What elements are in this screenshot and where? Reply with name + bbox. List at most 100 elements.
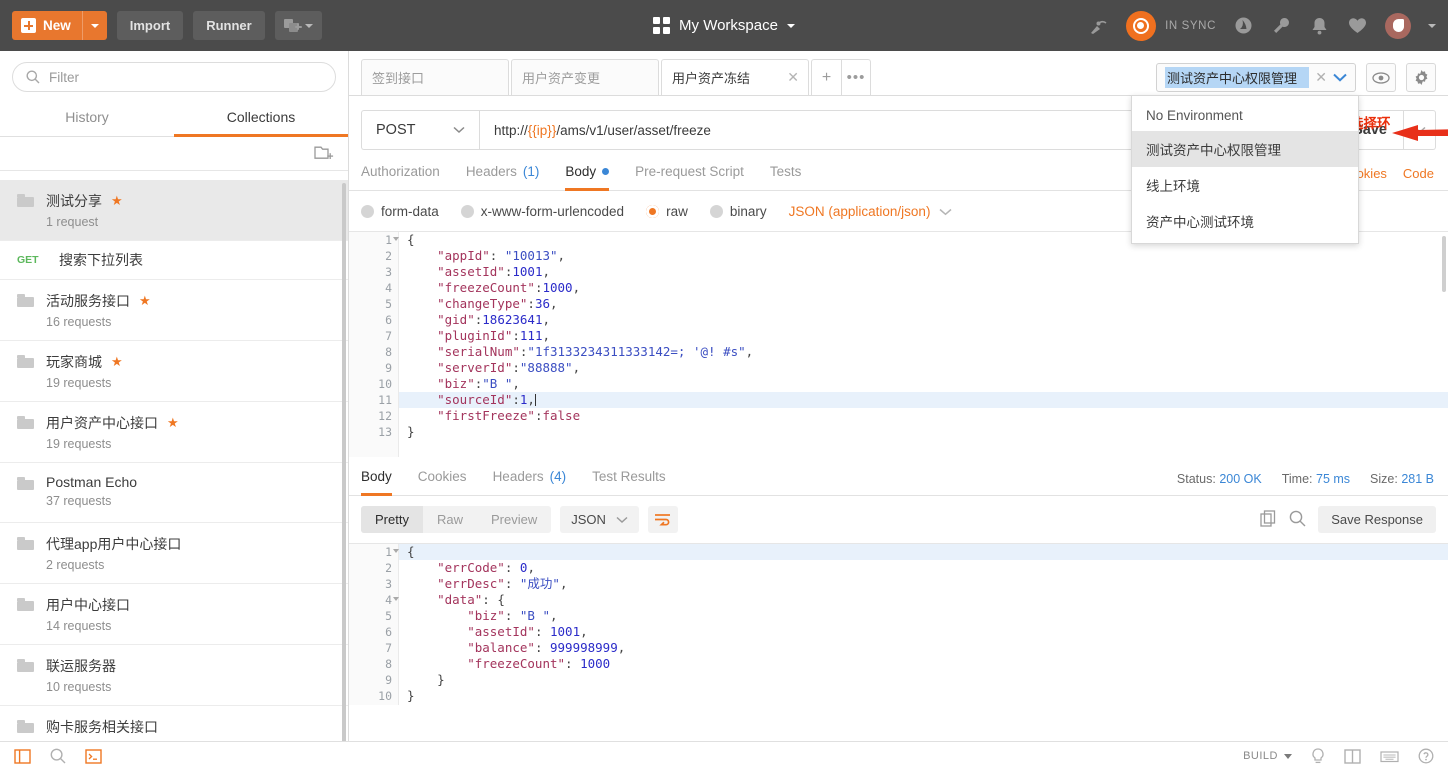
request-tab-active[interactable]: 用户资产冻结 ✕ [661,59,809,95]
environment-option[interactable]: 资产中心测试环境 [1132,203,1358,239]
tab-response-headers[interactable]: Headers (4) [493,469,567,496]
request-editor-code[interactable]: { "appId": "10013", "assetId":1001, "fre… [399,232,1448,457]
list-item[interactable]: 活动服务接口 ★ 16 requests [0,280,348,341]
environment-select[interactable]: 测试资产中心权限管理 ✕ [1156,63,1356,92]
tab-tests[interactable]: Tests [770,164,802,191]
line-number: 3 [385,265,392,279]
view-mode-pretty[interactable]: Pretty [361,506,423,533]
close-icon[interactable]: ✕ [787,69,799,86]
view-mode-preview[interactable]: Preview [477,506,551,533]
list-item[interactable]: 用户资产中心接口 ★ 19 requests [0,402,348,463]
avatar[interactable] [1385,12,1411,39]
new-dropdown-caret[interactable] [81,11,107,40]
top-right-actions: IN SYNC [1088,0,1436,51]
sync-status[interactable]: IN SYNC [1126,10,1216,41]
bulb-icon[interactable] [1311,747,1325,765]
runner-button[interactable]: Runner [193,11,265,40]
tab-test-results[interactable]: Test Results [592,469,666,496]
bell-icon[interactable] [1309,15,1330,36]
keyboard-icon[interactable] [1380,750,1399,763]
search-input[interactable]: Filter [12,62,336,92]
satellite-icon[interactable] [1088,15,1109,36]
folder-icon [17,194,34,207]
body-type-binary[interactable]: binary [709,204,767,219]
list-item[interactable]: GET 搜索下拉列表 [0,241,348,280]
list-item[interactable]: 购卡服务相关接口 3 requests [0,706,348,741]
collection-count: 37 requests [46,494,112,508]
tab-authorization[interactable]: Authorization [361,164,440,191]
size-value: 281 B [1401,472,1434,486]
list-item[interactable]: 测试分享 ★ 1 request [0,180,348,241]
copy-icon[interactable] [1260,509,1277,530]
list-item[interactable]: 联运服务器 10 requests [0,645,348,706]
list-item[interactable]: 代理app用户中心接口 2 requests [0,523,348,584]
code-line: "serverId": "88888", [399,360,1448,376]
build-selector[interactable]: BUILD [1243,750,1292,762]
list-item[interactable]: 玩家商城 ★ 19 requests [0,341,348,402]
tab-headers[interactable]: Headers (1) [466,164,540,191]
chevron-down-icon[interactable] [1428,23,1436,28]
status-stat: Status: 200 OK [1177,472,1262,486]
code-token: 1001 [550,624,581,639]
sidebar-toggle-icon[interactable] [14,748,31,764]
wrap-lines-button[interactable] [647,506,678,533]
tab-response-cookies[interactable]: Cookies [418,469,467,496]
workspace-selector[interactable]: My Workspace [594,17,854,34]
content-type-select[interactable]: JSON (application/json) [789,204,953,219]
line-number: 7 [385,329,392,343]
add-tab-button[interactable]: + [811,59,841,95]
two-pane-layout-icon[interactable] [1344,748,1361,764]
filter-row: Filter [0,51,348,101]
tab-pre-request-script[interactable]: Pre-request Script [635,164,744,191]
search-icon[interactable] [1289,510,1306,530]
tab-collections[interactable]: Collections [174,101,348,137]
code-token: "errCode" [407,560,505,575]
radio-icon [460,205,474,218]
tab-response-body[interactable]: Body [361,469,392,496]
modified-dot-icon [602,168,610,175]
code-token: "firstFreeze" [407,408,535,423]
body-type-urlencoded[interactable]: x-www-form-urlencoded [460,204,624,219]
import-button[interactable]: Import [116,11,184,40]
chevron-down-icon [1284,753,1292,759]
tab-history[interactable]: History [0,101,174,137]
heart-icon[interactable] [1347,15,1368,36]
new-button[interactable]: New [12,11,107,40]
tab-body[interactable]: Body [565,164,610,191]
wrench-icon[interactable] [1271,15,1292,36]
sidebar-scrollbar[interactable] [342,183,346,770]
environment-option[interactable]: No Environment [1132,100,1358,131]
environment-option[interactable]: 测试资产中心权限管理 [1132,131,1358,167]
request-tab[interactable]: 用户资产变更 [511,59,659,95]
request-body-editor[interactable]: 1 2 3 4 5 6 7 8 9 10 11 12 13 { "appId": "10013", "a… [349,231,1448,457]
body-type-raw[interactable]: raw [646,204,688,219]
code-link[interactable]: Code [1403,166,1434,181]
response-editor-code[interactable]: { "errCode": 0, "errDesc": "成功", "data":… [399,544,1448,705]
view-mode-raw[interactable]: Raw [423,506,477,533]
clear-environment-icon[interactable]: ✕ [1315,69,1327,86]
console-icon[interactable] [85,748,102,764]
response-format-select[interactable]: JSON [560,506,639,533]
manage-environments-button[interactable] [1406,63,1436,92]
code-token: "freezeCount" [407,656,566,671]
comet-icon[interactable] [1233,15,1254,36]
response-body-editor[interactable]: 1 2 3 4 5 6 7 8 9 10 { "errCode": 0, "errDesc": "… [349,543,1448,705]
tab-options-button[interactable]: ••• [841,59,871,95]
url-input[interactable]: http://{{ip}}/ams/v1/user/asset/freeze [479,110,1227,150]
save-response-button[interactable]: Save Response [1318,506,1436,533]
environment-option[interactable]: 线上环境 [1132,167,1358,203]
line-number: 9 [385,673,392,687]
line-number: 8 [385,345,392,359]
help-icon[interactable] [1418,748,1434,764]
body-type-form-data[interactable]: form-data [361,204,439,219]
tab-label: Body [565,164,597,179]
list-item[interactable]: Postman Echo 37 requests [0,463,348,523]
list-item[interactable]: 用户中心接口 14 requests [0,584,348,645]
environment-quick-look-button[interactable] [1366,63,1396,92]
new-window-button[interactable] [274,11,322,40]
find-icon[interactable] [50,748,66,764]
request-tab[interactable]: 签到接口 [361,59,509,95]
http-method-select[interactable]: POST [361,110,479,150]
request-editor-scrollbar[interactable] [1442,236,1446,292]
new-collection-icon[interactable] [314,144,334,164]
